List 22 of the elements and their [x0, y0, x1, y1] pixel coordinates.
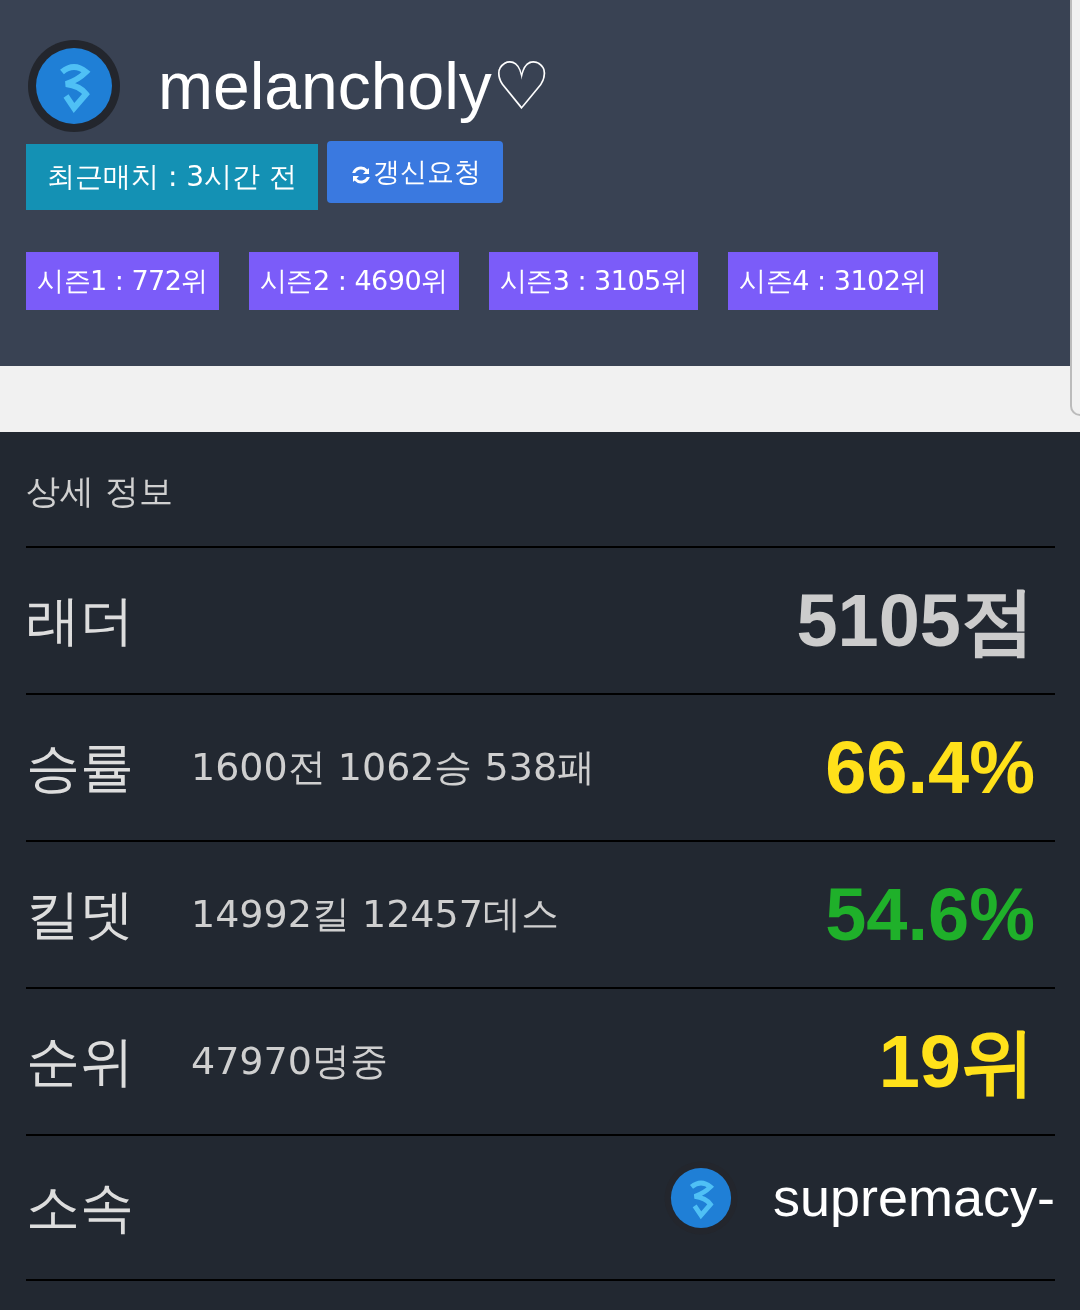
row-label: 소속 [26, 1175, 135, 1241]
recent-match-badge: 최근매치 : 3시간 전 [26, 144, 318, 210]
season-rank-badge: 시즌2 : 4690위 [249, 252, 459, 310]
emblem-icon [26, 38, 122, 134]
stat-detail: 14992킬 12457데스 [191, 891, 560, 938]
stat-detail: 1600전 1062승 538패 [191, 744, 597, 791]
stat-value: 19위 [878, 1019, 1036, 1105]
stat-value: 5105점 [796, 578, 1036, 664]
row-label: 순위 [26, 1029, 135, 1095]
refresh-button[interactable]: 갱신요청 [326, 141, 503, 203]
section-title: 상세 정보 [26, 470, 174, 513]
clan-name: supremacy- [772, 1166, 1055, 1229]
season-rank-badge: 시즌3 : 3105위 [488, 252, 699, 310]
row-label: 승률 [26, 735, 135, 801]
stat-detail: 47970명중 [191, 1038, 389, 1085]
row-label: 래더 [26, 588, 135, 654]
season-rank-badge: 시즌4 : 3102위 [728, 252, 938, 310]
row-label: 킬뎃 [26, 882, 135, 948]
stat-value: 54.6% [825, 872, 1036, 958]
scrollbar[interactable] [1070, 0, 1080, 416]
season-rank-badge: 시즌1 : 772위 [26, 252, 219, 310]
stat-value: 66.4% [825, 725, 1036, 811]
